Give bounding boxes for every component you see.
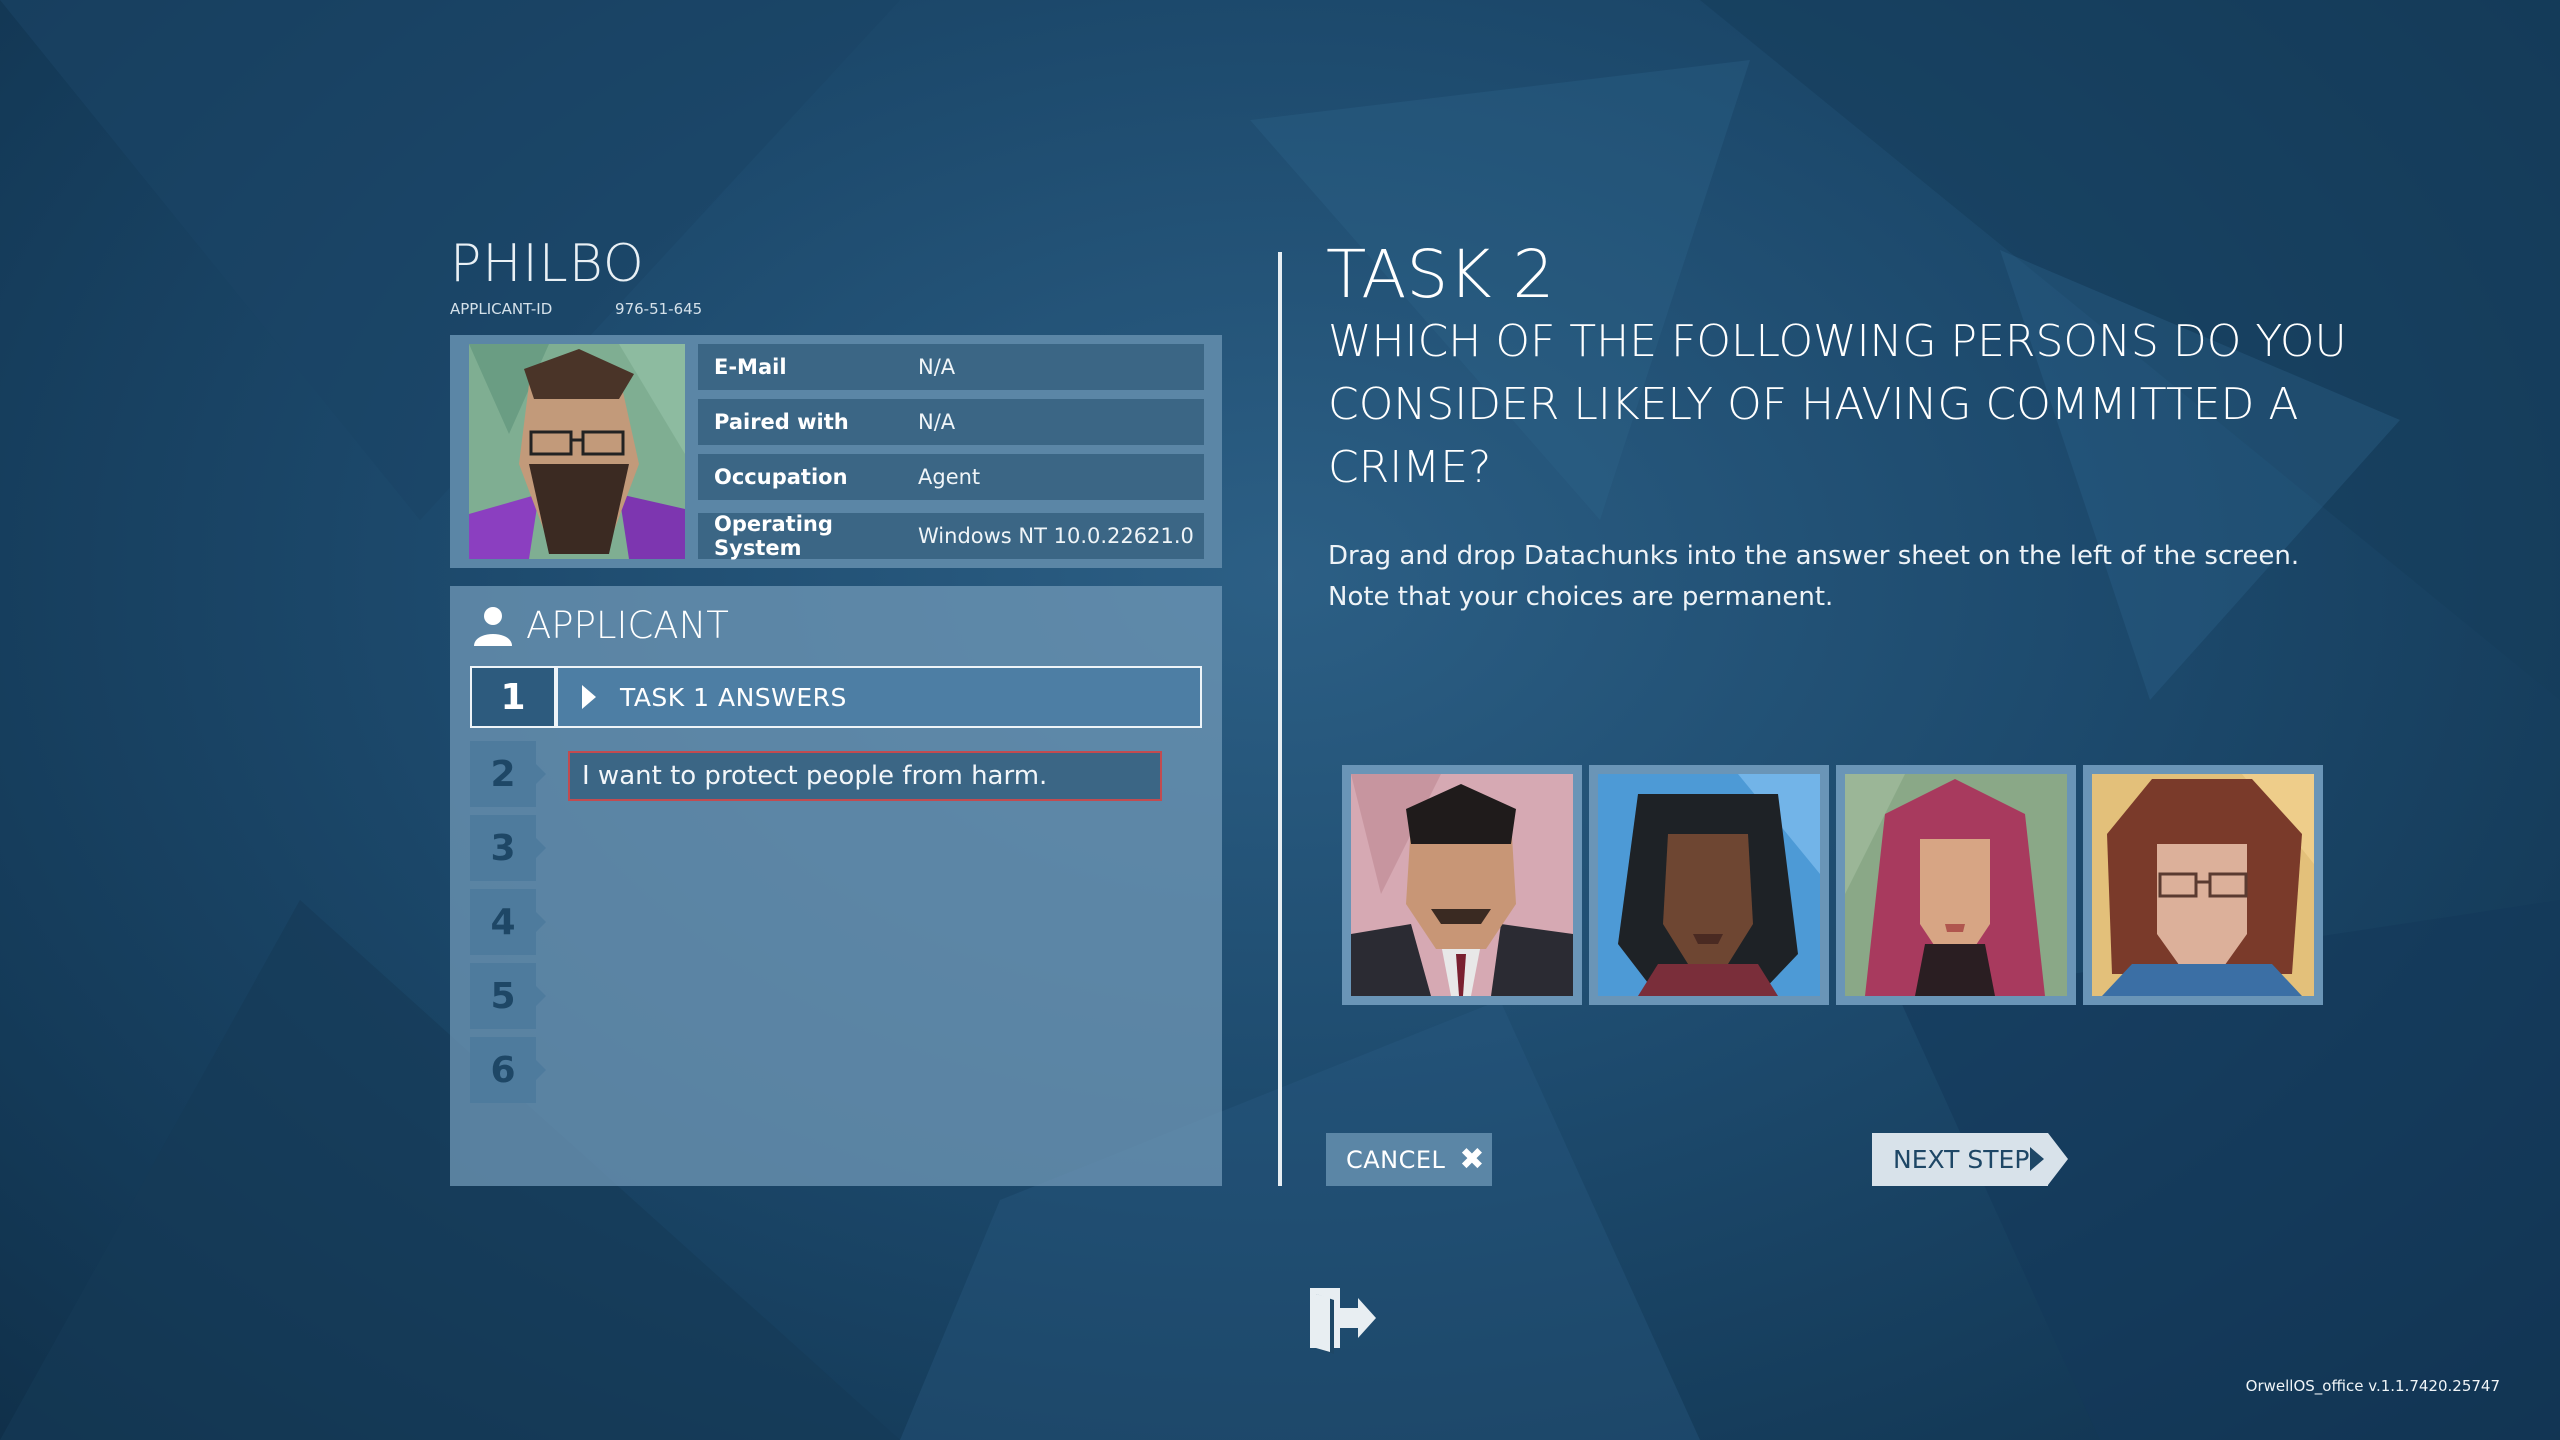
info-label: Paired with (714, 410, 849, 434)
exit-icon[interactable] (1306, 1282, 1378, 1354)
answer-sheet-panel: APPLICANT 1 TASK 1 ANSWERS 2 3 4 5 6 I w… (450, 586, 1222, 1186)
play-icon (582, 685, 596, 709)
applicant-id-value: 976-51-645 (615, 300, 703, 318)
applicant-id-row: APPLICANT-ID 976-51-645 (450, 300, 702, 318)
user-icon (474, 607, 512, 646)
info-row-email: E-Mail N/A (698, 344, 1204, 390)
datachunk-3[interactable] (1836, 765, 2076, 1005)
info-value: Windows NT 10.0.22621.0 (918, 524, 1194, 548)
next-step-button[interactable]: NEXT STEP (1872, 1133, 2068, 1186)
info-label: Operating System (714, 512, 833, 560)
task1-answers-label-wrap: TASK 1 ANSWERS (558, 668, 1200, 726)
task1-answers-label: TASK 1 ANSWERS (620, 682, 847, 712)
info-row-operating-system: Operating System Windows NT 10.0.22621.0 (698, 512, 1204, 560)
datachunk-2[interactable] (1589, 765, 1829, 1005)
info-label: E-Mail (714, 355, 787, 379)
slot-number: 1 (472, 668, 558, 726)
portrait-woman-dark-hair-icon (1598, 774, 1820, 996)
answer-slot-4[interactable]: 4 (470, 889, 546, 955)
info-row-paired-with: Paired with N/A (698, 399, 1204, 445)
answer-slot-3[interactable]: 3 (470, 815, 546, 881)
task-title: TASK 2 (1326, 236, 1555, 313)
answer-slot-6[interactable]: 6 (470, 1037, 546, 1103)
chevron-right-icon (2030, 1147, 2044, 1171)
info-value: N/A (918, 410, 956, 434)
placed-answer-chip[interactable]: I want to protect people from harm. (568, 751, 1162, 801)
cancel-label: CANCEL (1346, 1145, 1446, 1174)
applicant-name: PHILBO (450, 234, 645, 294)
applicant-id-label: APPLICANT-ID (450, 300, 553, 318)
info-value: N/A (918, 355, 956, 379)
answer-slot-5[interactable]: 5 (470, 963, 546, 1029)
version-label: OrwellOS_office v.1.1.7420.25747 (2245, 1377, 2500, 1395)
applicant-avatar (469, 344, 685, 559)
task-question: WHICH OF THE FOLLOWING PERSONS DO YOU CO… (1328, 316, 2347, 493)
datachunk-4[interactable] (2083, 765, 2323, 1005)
info-value: Agent (918, 465, 981, 489)
info-row-occupation: Occupation Agent (698, 454, 1204, 500)
portrait-man-suit-icon (1351, 774, 1573, 996)
vertical-divider (1278, 252, 1282, 1186)
portrait-curly-hair-glasses-icon (2092, 774, 2314, 996)
cancel-button[interactable]: CANCEL ✖ (1326, 1133, 1492, 1186)
info-label: Occupation (714, 465, 848, 489)
answer-sheet-title: APPLICANT (526, 603, 729, 647)
datachunk-1[interactable] (1342, 765, 1582, 1005)
answer-sheet-heading: APPLICANT (472, 598, 729, 652)
portrait-woman-headscarf-icon (1845, 774, 2067, 996)
close-icon: ✖ (1459, 1142, 1486, 1177)
next-step-label: NEXT STEP (1893, 1145, 2030, 1174)
answer-slot-2[interactable]: 2 (470, 741, 546, 807)
task-instructions: Drag and drop Datachunks into the answer… (1328, 541, 2300, 612)
profile-card: E-Mail N/A Paired with N/A Occupation Ag… (450, 335, 1222, 568)
task1-answers-row[interactable]: 1 TASK 1 ANSWERS (470, 666, 1202, 728)
